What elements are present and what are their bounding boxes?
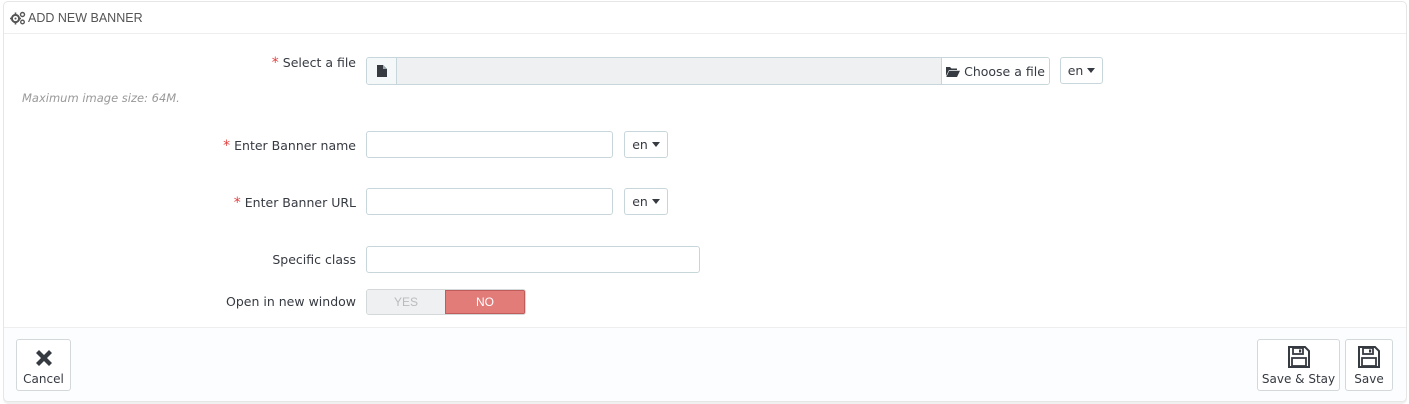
specific-class-label: Specific class [272, 252, 356, 267]
banner-url-label: * Enter Banner URL [56, 195, 356, 211]
new-window-toggle[interactable]: YES NO [366, 289, 526, 315]
file-upload-group: Choose a file [366, 57, 1050, 85]
caret-down-icon [651, 199, 660, 204]
banner-url-input[interactable] [366, 188, 613, 215]
specific-class-input[interactable] [366, 246, 700, 273]
file-label-text: Select a file [282, 55, 356, 70]
file-icon [376, 65, 387, 77]
file-lang-dropdown[interactable]: en [1060, 57, 1103, 84]
required-mark: * [233, 195, 241, 211]
banner-name-label: * Enter Banner name [56, 138, 356, 154]
close-icon [35, 350, 52, 366]
cogs-icon [10, 11, 26, 24]
banner-name-lang-dropdown[interactable]: en [624, 131, 668, 158]
cancel-button[interactable]: Cancel [16, 339, 71, 391]
save-and-stay-button[interactable]: Save & Stay [1257, 339, 1340, 391]
file-lang-value: en [1067, 63, 1084, 78]
floppy-disk-icon [1358, 346, 1380, 368]
file-path-display[interactable] [397, 58, 941, 84]
panel-heading: Add new banner [4, 2, 1406, 34]
save-label: Save [1354, 372, 1384, 386]
banner-name-input[interactable] [366, 131, 613, 158]
toggle-no-option[interactable]: NO [445, 290, 525, 314]
chevron-down-icon [1087, 68, 1096, 73]
file-label: * Select a file [56, 55, 356, 71]
caret-down-icon [651, 142, 660, 147]
file-size-hint: Maximum image size: 64M. [22, 91, 180, 105]
floppy-disk-icon [1287, 346, 1310, 368]
banner-url-lang-dropdown[interactable]: en [624, 188, 668, 215]
banner-url-lang-value: en [632, 194, 648, 209]
panel-title: Add new banner [28, 10, 143, 25]
add-banner-panel: Add new banner * Select a file Choose a f… [3, 1, 1407, 402]
required-mark: * [271, 55, 279, 71]
banner-name-label-text: Enter Banner name [234, 138, 356, 153]
folder-open-icon [946, 66, 961, 77]
file-icon-box [367, 58, 397, 84]
banner-name-lang-value: en [632, 137, 648, 152]
save-button[interactable]: Save [1345, 339, 1393, 391]
panel-footer: Cancel Save & Stay Save [4, 327, 1406, 401]
save-and-stay-label: Save & Stay [1261, 372, 1336, 386]
banner-url-label-text: Enter Banner URL [244, 195, 356, 210]
new-window-label: Open in new window [226, 294, 356, 309]
choose-file-button[interactable]: Choose a file [941, 58, 1049, 84]
required-mark: * [223, 138, 231, 154]
cancel-label: Cancel [23, 372, 64, 386]
toggle-yes-option[interactable]: YES [367, 290, 445, 314]
choose-file-label: Choose a file [964, 63, 1045, 79]
